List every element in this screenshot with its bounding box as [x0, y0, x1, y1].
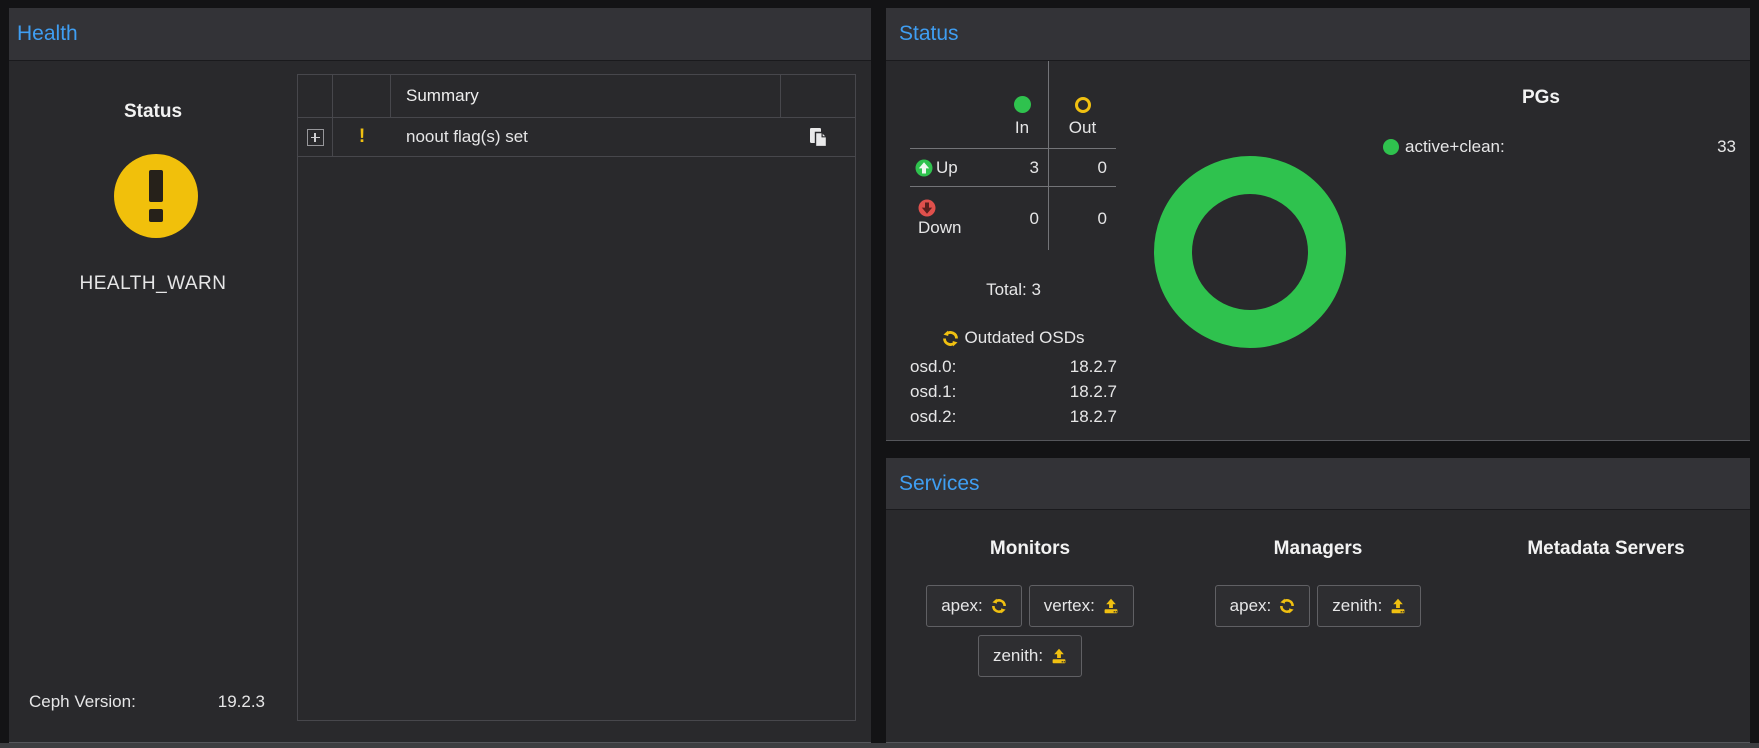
- ceph-dashboard: Health Status HEALTH_WARN Ceph Version: …: [0, 0, 1759, 748]
- managers-heading: Managers: [1274, 538, 1363, 560]
- ceph-version-value: 19.2.3: [218, 692, 265, 712]
- osd-table-corner-cell: [910, 61, 996, 149]
- expand-column-header: [298, 75, 333, 117]
- pgs-legend-value: 33: [1717, 137, 1736, 157]
- ceph-version-label: Ceph Version:: [29, 692, 136, 712]
- refresh-icon: [942, 330, 959, 347]
- osd-up-in-value: 3: [996, 149, 1049, 187]
- exclamation-bar: [149, 170, 163, 202]
- up-label: Up: [936, 158, 958, 178]
- health-panel-title: Health: [17, 22, 78, 46]
- service-name: vertex:: [1044, 596, 1095, 616]
- upload-icon: [1051, 648, 1067, 664]
- upload-icon: [1390, 598, 1406, 614]
- refresh-icon: [1279, 598, 1295, 614]
- pgs-legend-row: active+clean: 33: [1346, 137, 1736, 157]
- filled-circle-icon: [1014, 96, 1031, 113]
- monitor-zenith-button[interactable]: zenith:: [978, 635, 1082, 677]
- services-panel-header: Services: [886, 458, 1750, 510]
- osd-updown-table: In Out Up 3 0: [910, 61, 1116, 250]
- arrow-up-circle-icon: [915, 159, 933, 177]
- health-table-header: Summary: [298, 75, 855, 118]
- metadata-servers-column: Metadata Servers: [1462, 510, 1750, 742]
- exclamation-dot: [149, 209, 163, 222]
- service-name: apex:: [1230, 596, 1272, 616]
- osd-name: osd.1:: [910, 382, 956, 402]
- out-label: Out: [1069, 118, 1096, 138]
- ceph-version-row: Ceph Version: 19.2.3: [29, 692, 265, 712]
- osd-down-in-value: 0: [996, 187, 1049, 250]
- osd-up-out-value: 0: [1049, 149, 1116, 187]
- managers-column: Managers apex:: [1174, 510, 1462, 742]
- osd-version: 18.2.7: [1070, 357, 1117, 377]
- service-name: zenith:: [993, 646, 1043, 666]
- refresh-icon: [991, 598, 1007, 614]
- osd-down-row-label: Down: [910, 187, 996, 250]
- arrow-down-circle-icon: [918, 199, 936, 217]
- osd-version: 18.2.7: [1070, 407, 1117, 427]
- health-state-text: HEALTH_WARN: [9, 273, 297, 295]
- bottom-edge-strip: [0, 743, 1759, 748]
- monitor-apex-button[interactable]: apex:: [926, 585, 1022, 627]
- summary-column-header: Summary: [391, 75, 781, 117]
- health-panel-body: Status HEALTH_WARN Ceph Version: 19.2.3 …: [9, 61, 871, 742]
- status-panel-header: Status: [886, 8, 1750, 61]
- metadata-servers-heading: Metadata Servers: [1527, 538, 1684, 560]
- outdated-osds-title: Outdated OSDs: [910, 328, 1117, 348]
- health-panel-header: Health: [9, 8, 871, 61]
- osd-name: osd.0:: [910, 357, 956, 377]
- pgs-legend-label: active+clean:: [1405, 137, 1505, 157]
- osd-down-out-value: 0: [1049, 187, 1116, 250]
- manager-apex-button[interactable]: apex:: [1215, 585, 1311, 627]
- services-columns: Monitors apex:: [886, 510, 1750, 742]
- managers-button-row: apex: zenith:: [1215, 585, 1422, 627]
- monitors-button-row: apex: vertex:: [926, 585, 1134, 627]
- services-panel: Services Monitors apex:: [886, 458, 1750, 743]
- outdated-osds-label: Outdated OSDs: [964, 328, 1084, 348]
- monitors-column: Monitors apex:: [886, 510, 1174, 742]
- service-name: zenith:: [1332, 596, 1382, 616]
- upload-icon: [1103, 598, 1119, 614]
- outdated-osd-row: osd.2: 18.2.7: [910, 407, 1117, 427]
- monitors-button-row-2: zenith:: [978, 635, 1082, 677]
- service-name: apex:: [941, 596, 983, 616]
- ring-icon: [1075, 97, 1091, 113]
- osd-total: Total: 3: [910, 280, 1117, 300]
- osd-in-header: In: [996, 61, 1049, 149]
- services-panel-title: Services: [899, 472, 980, 496]
- pgs-title: PGs: [1346, 87, 1736, 109]
- health-status-column: Status HEALTH_WARN Ceph Version: 19.2.3: [9, 61, 297, 742]
- summary-cell: noout flag(s) set: [391, 127, 781, 147]
- health-panel: Health Status HEALTH_WARN Ceph Version: …: [9, 8, 871, 743]
- severity-cell: !: [333, 126, 391, 148]
- monitor-vertex-button[interactable]: vertex:: [1029, 585, 1134, 627]
- osd-name: osd.2:: [910, 407, 956, 427]
- monitors-heading: Monitors: [990, 538, 1070, 560]
- expand-cell: [298, 118, 333, 156]
- status-panel-title: Status: [899, 22, 959, 46]
- down-label: Down: [918, 218, 961, 238]
- copy-column-header: [781, 75, 855, 117]
- copy-cell: [781, 127, 855, 148]
- severity-column-header: [333, 75, 391, 117]
- table-row[interactable]: ! noout flag(s) set: [298, 118, 855, 157]
- copy-icon[interactable]: [809, 127, 828, 148]
- osd-up-row-label: Up: [910, 149, 996, 187]
- manager-zenith-button[interactable]: zenith:: [1317, 585, 1421, 627]
- status-panel-body: In Out Up 3 0: [886, 61, 1750, 440]
- health-warning-icon: [114, 154, 198, 238]
- osd-out-header: Out: [1049, 61, 1116, 149]
- outdated-osd-row: osd.0: 18.2.7: [910, 357, 1117, 377]
- expand-row-icon[interactable]: [307, 129, 324, 146]
- health-summary-table: Summary ! noout flag(s) set: [297, 74, 856, 721]
- osd-version: 18.2.7: [1070, 382, 1117, 402]
- warning-exclamation-icon: !: [359, 126, 365, 148]
- health-status-heading: Status: [9, 101, 297, 123]
- legend-dot-icon: [1383, 139, 1399, 155]
- outdated-osd-row: osd.1: 18.2.7: [910, 382, 1117, 402]
- status-panel: Status In Out: [886, 8, 1750, 441]
- in-label: In: [1015, 118, 1029, 138]
- pgs-donut-chart: [1154, 156, 1346, 348]
